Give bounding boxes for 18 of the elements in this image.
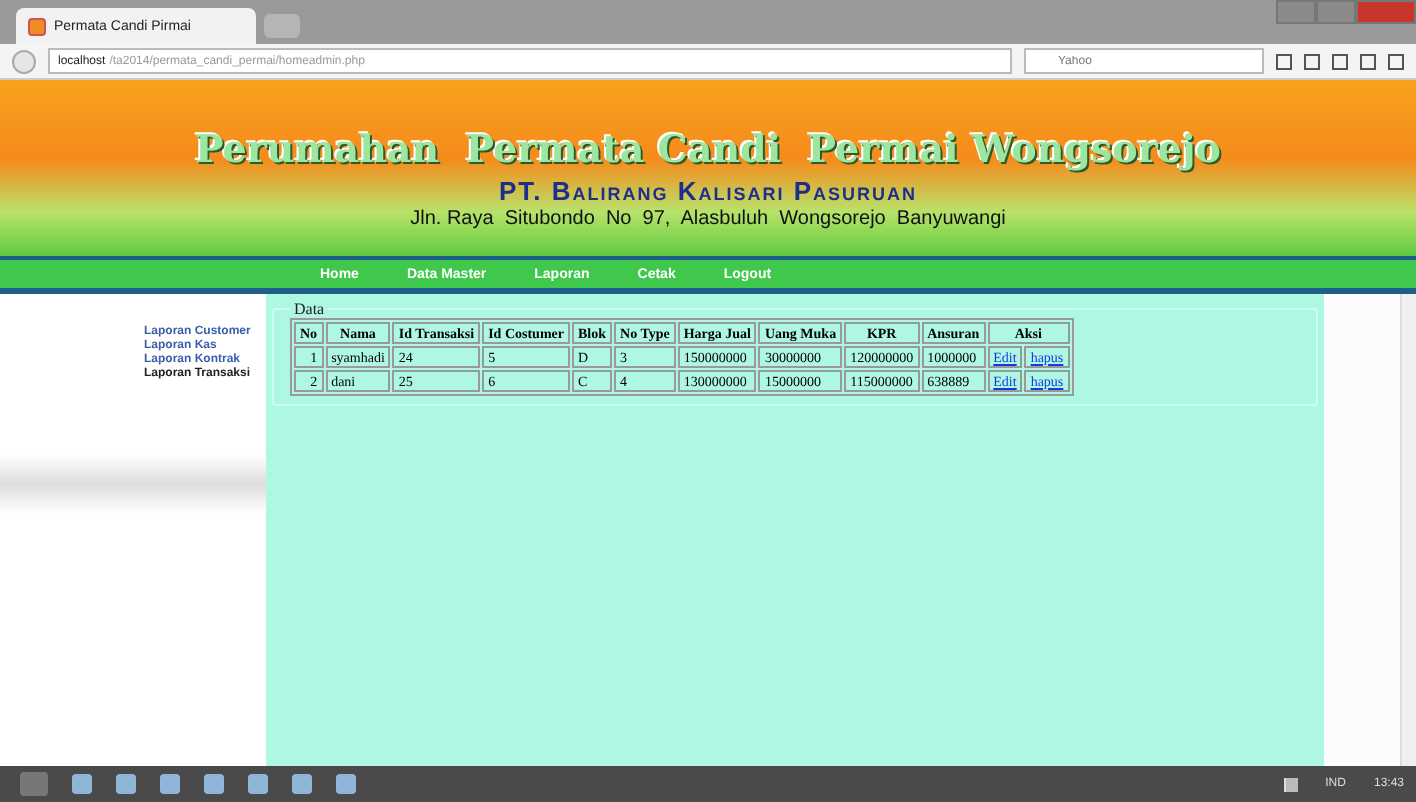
fieldset-legend: Data (290, 300, 329, 318)
taskbar-app-icon[interactable] (116, 774, 136, 794)
taskbar-app-icon[interactable] (292, 774, 312, 794)
taskbar-app-icon[interactable] (336, 774, 356, 794)
taskbar-app-icon[interactable] (204, 774, 224, 794)
taskbar-app-icon[interactable] (72, 774, 92, 794)
new-tab-button[interactable] (264, 14, 300, 38)
taskbar-app-icon[interactable] (248, 774, 268, 794)
back-button[interactable] (12, 49, 36, 73)
taskbar-app-icon[interactable] (160, 774, 180, 794)
scrollbar[interactable] (1400, 294, 1416, 766)
site-title: Perumahan Permata Candi Permai Wongsorejo (195, 128, 1221, 172)
maximize-button[interactable] (1316, 0, 1356, 24)
start-button[interactable] (20, 772, 48, 796)
company-name: PT. Balirang Kalisari Pasuruan (498, 176, 918, 206)
page-icon (28, 17, 46, 35)
minimize-button[interactable] (1276, 0, 1316, 24)
company-address: Jln. Raya Situbondo No 97, Alasbuluh Wongsorejo Banyuwangi (410, 208, 1006, 230)
